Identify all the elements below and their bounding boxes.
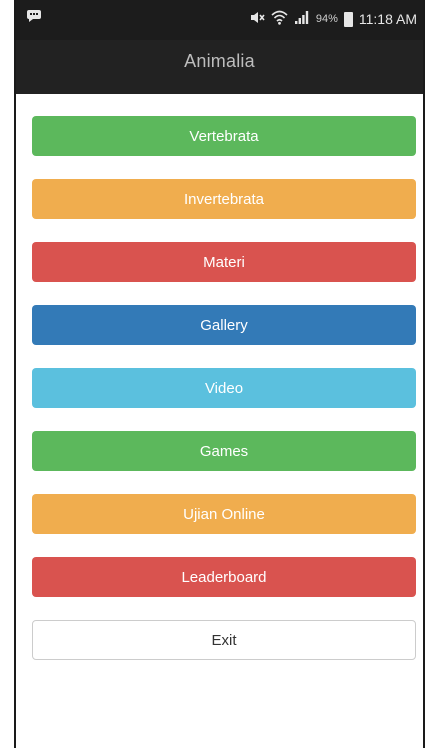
app-title: Animalia	[184, 51, 255, 71]
chat-bubble-icon	[26, 9, 42, 23]
battery-icon	[343, 11, 353, 27]
gallery-button[interactable]: Gallery	[32, 305, 416, 345]
frame-border-right	[423, 0, 425, 748]
main-menu: Vertebrata Invertebrata Materi Gallery V…	[32, 116, 417, 683]
app-bar: Animalia	[16, 40, 423, 94]
status-time: 11:18 AM	[358, 11, 417, 27]
status-indicators: 94% 11:18 AM	[249, 10, 417, 28]
vertebrata-button[interactable]: Vertebrata	[32, 116, 416, 156]
battery-percent: 94%	[315, 13, 338, 25]
signal-icon	[294, 10, 310, 28]
video-button[interactable]: Video	[32, 368, 416, 408]
invertebrata-button[interactable]: Invertebrata	[32, 179, 416, 219]
status-bar: 94% 11:18 AM	[16, 0, 423, 40]
exit-button[interactable]: Exit	[32, 620, 416, 660]
ujian-online-button[interactable]: Ujian Online	[32, 494, 416, 534]
leaderboard-button[interactable]: Leaderboard	[32, 557, 416, 597]
mute-icon	[249, 10, 265, 28]
phone-screen: 94% 11:18 AM Animalia Vertebrata Inverte…	[16, 0, 423, 748]
games-button[interactable]: Games	[32, 431, 416, 471]
wifi-icon	[271, 10, 288, 28]
materi-button[interactable]: Materi	[32, 242, 416, 282]
